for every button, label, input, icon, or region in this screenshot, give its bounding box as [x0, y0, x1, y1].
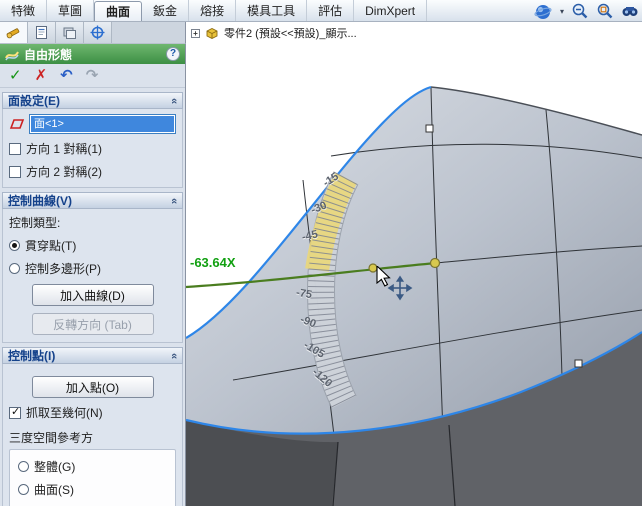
tree-expand-icon[interactable]: + — [191, 28, 200, 38]
part-icon — [206, 27, 218, 39]
radio-dot[interactable] — [18, 461, 29, 472]
tab-mold-tools[interactable]: 模具工具 — [236, 0, 308, 21]
view-orientation-icon[interactable] — [534, 2, 552, 20]
direction2-symmetry-checkbox[interactable]: 方向 2 對稱(2) — [9, 163, 176, 180]
manager-tab-strip — [0, 22, 186, 44]
freeform-icon — [5, 50, 19, 60]
drag-value-label: -63.64X — [190, 255, 236, 270]
section-header-points[interactable]: 控制點(I) « — [2, 347, 183, 364]
tab-sketch[interactable]: 草圖 — [47, 0, 95, 21]
wrench-icon — [6, 28, 20, 39]
tab-label: 評估 — [318, 4, 343, 18]
graphics-area[interactable]: -15 -30 -45 -75 -90 -105 -120 -63.64X — [186, 44, 642, 506]
panel-actions: ✓ ✗ ↶ ↷ — [0, 64, 185, 88]
tab-label: 熔接 — [200, 4, 225, 18]
help-button[interactable]: ? — [166, 47, 180, 61]
tab-label: 特徵 — [11, 4, 36, 18]
section-title: 控制點(I) — [8, 349, 56, 363]
through-points-radio[interactable]: 貫穿點(T) — [9, 237, 176, 254]
snap-to-geometry-checkbox[interactable]: ✓ 抓取至幾何(N) — [9, 404, 176, 421]
section-title: 面設定(E) — [8, 94, 60, 108]
checkbox-box[interactable] — [9, 165, 21, 178]
tab-label: DimXpert — [365, 3, 416, 18]
tab-weldments[interactable]: 熔接 — [189, 0, 237, 21]
menu-bar: 特徵 草圖 曲面 鈑金 熔接 模具工具 評估 DimXpert ▾ — [0, 0, 642, 22]
checkbox-box[interactable]: ✓ — [9, 405, 21, 419]
collapse-chevron-icon[interactable]: « — [168, 352, 180, 358]
manager-tab-row: + 零件2 (預設<<預設)_顯示... — [0, 22, 642, 44]
feature-tree-header[interactable]: + 零件2 (預設<<預設)_顯示... — [186, 22, 642, 44]
section-header-curves[interactable]: 控制曲線(V) « — [2, 192, 183, 209]
stack-icon — [63, 27, 76, 39]
section-title: 控制曲線(V) — [8, 194, 72, 208]
collapse-chevron-icon[interactable]: « — [168, 97, 180, 103]
tab-propertymanager[interactable] — [0, 22, 28, 43]
radio-dot[interactable] — [9, 263, 20, 274]
radio-dot[interactable] — [18, 484, 29, 495]
radio-label: 控制多邊形(P) — [25, 262, 101, 276]
tab-evaluate[interactable]: 評估 — [307, 0, 355, 21]
redo-button[interactable]: ↷ — [86, 68, 99, 83]
triad-orientation-label: 三度空間參考方 — [9, 431, 94, 445]
checkbox-label: 抓取至幾何(N) — [26, 406, 103, 420]
checkbox-label: 方向 2 對稱(2) — [26, 165, 103, 179]
tab-sheet-metal[interactable]: 鈑金 — [142, 0, 190, 21]
add-point-button[interactable]: 加入點(O) — [31, 376, 154, 398]
tab-label: 草圖 — [58, 4, 83, 18]
radio-label: 曲面(S) — [34, 483, 74, 497]
tab-dimxpert[interactable]: DimXpert — [354, 0, 428, 21]
section-header-face[interactable]: 面設定(E) « — [2, 92, 183, 109]
check-mark: ✓ — [11, 405, 21, 418]
checkbox-label: 方向 1 對稱(1) — [26, 142, 103, 156]
document-title: 零件2 (預設<<預設)_顯示... — [224, 28, 357, 40]
selected-face-item[interactable]: 面<1> — [31, 116, 174, 132]
tab-configurationmanager[interactable] — [56, 22, 84, 43]
tab-label: 模具工具 — [247, 4, 296, 18]
undo-button[interactable]: ↶ — [60, 68, 73, 83]
face-settings-section: 面設定(E) « 面<1> 方向 1 對稱(1) 方向 2 對稱(2) — [2, 92, 183, 188]
control-point-active[interactable] — [429, 257, 441, 269]
radio-dot[interactable] — [9, 240, 20, 251]
tab-label: 鈑金 — [153, 4, 178, 18]
radio-label: 整體(G) — [34, 460, 76, 474]
collapse-chevron-icon[interactable]: « — [168, 197, 180, 203]
mouse-cursor — [376, 266, 413, 301]
radio-label: 貫穿點(T) — [25, 239, 77, 253]
control-points-section: 控制點(I) « 加入點(O) ✓ 抓取至幾何(N) 三度空間參考方 整體(G)… — [2, 347, 183, 506]
face-selection-list[interactable]: 面<1> — [29, 114, 176, 134]
tab-dimxpertmanager[interactable] — [84, 22, 112, 43]
binoculars-icon[interactable] — [621, 3, 639, 19]
reverse-direction-button[interactable]: 反轉方向 (Tab) — [31, 313, 154, 335]
add-curve-button[interactable]: 加入曲線(D) — [31, 284, 154, 306]
zoom-to-area-icon[interactable] — [596, 2, 614, 20]
panel-title: 自由形態 — [24, 47, 73, 62]
tab-label: 曲面 — [106, 5, 131, 19]
surface-handle[interactable] — [574, 359, 583, 368]
control-curves-section: 控制曲線(V) « 控制類型: 貫穿點(T) 控制多邊形(P) 加入曲線(D) … — [2, 192, 183, 343]
surface-radio[interactable]: 曲面(S) — [18, 481, 167, 498]
ok-button[interactable]: ✓ — [9, 68, 22, 83]
face-select-icon — [9, 119, 25, 129]
control-type-label: 控制類型: — [9, 216, 61, 230]
triad-orientation-group: 整體(G) 曲面(S) 曲線(C) — [9, 449, 176, 506]
surface-handle[interactable] — [425, 124, 434, 133]
target-icon — [90, 25, 105, 40]
ruler-label: -75 — [295, 286, 313, 302]
control-polygon-radio[interactable]: 控制多邊形(P) — [9, 260, 176, 277]
checkbox-box[interactable] — [9, 142, 21, 155]
dropdown-arrow-icon[interactable]: ▾ — [560, 7, 564, 16]
tab-surfaces[interactable]: 曲面 — [94, 1, 143, 21]
tab-featuremanager[interactable] — [28, 22, 56, 43]
global-radio[interactable]: 整體(G) — [18, 458, 167, 475]
document-icon — [36, 26, 47, 39]
cancel-button[interactable]: ✗ — [35, 68, 48, 83]
property-manager-panel: 自由形態 ? ✓ ✗ ↶ ↷ 面設定(E) « 面<1> 方向 1 對稱(1) — [0, 44, 186, 506]
tab-features[interactable]: 特徵 — [0, 0, 48, 21]
direction1-symmetry-checkbox[interactable]: 方向 1 對稱(1) — [9, 140, 176, 157]
view-toolbar: ▾ — [534, 0, 639, 22]
zoom-out-icon[interactable] — [571, 2, 589, 20]
panel-header: 自由形態 ? — [0, 44, 185, 64]
move-icon — [387, 275, 413, 301]
